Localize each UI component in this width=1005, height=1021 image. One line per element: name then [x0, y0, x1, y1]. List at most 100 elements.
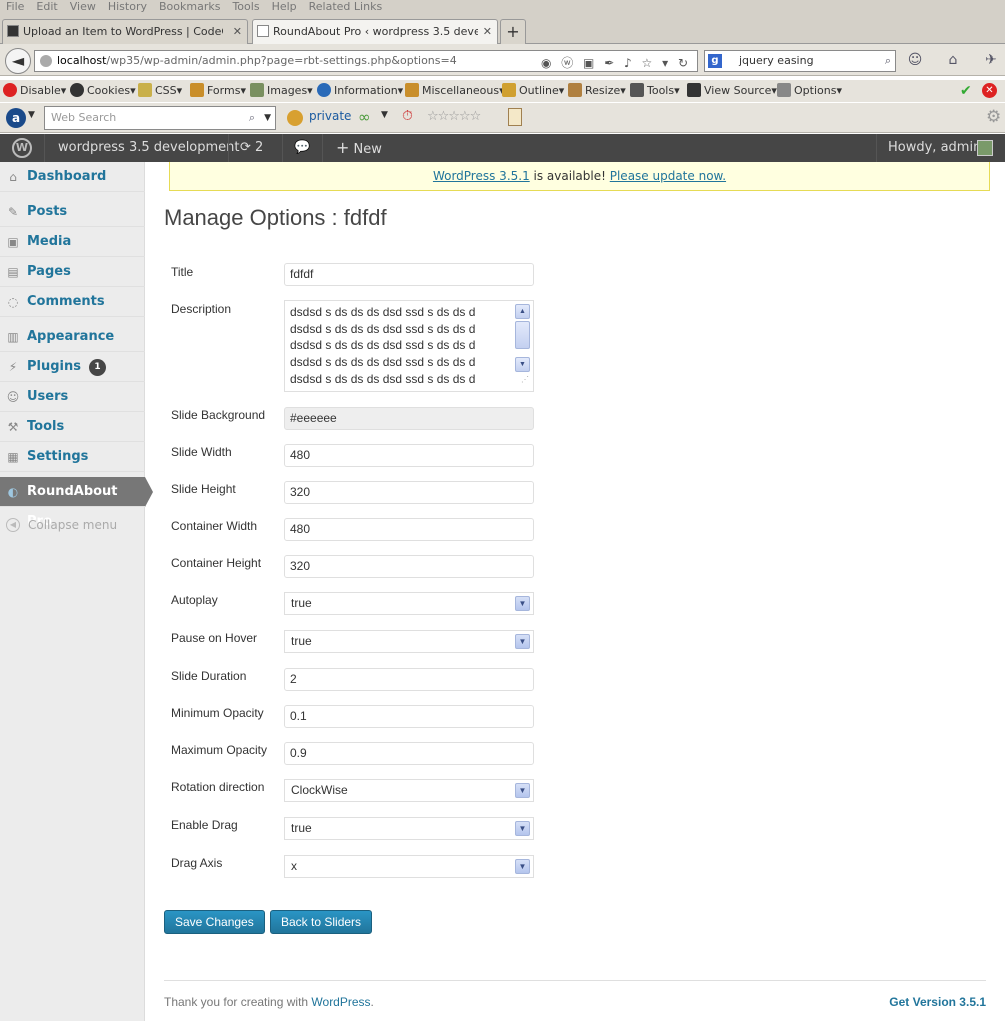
get-version-link[interactable]: Get Version 3.5.1: [889, 995, 986, 1009]
dev-images[interactable]: Images▾: [250, 83, 313, 99]
slide-background-input[interactable]: #eeeeee: [284, 407, 534, 430]
gear-icon[interactable]: ⚙: [986, 107, 1001, 127]
timer-icon[interactable]: ⏱: [402, 108, 413, 124]
search-icon[interactable]: ⌕: [249, 107, 255, 129]
sidebar-item-pages[interactable]: ▤ Pages: [0, 257, 145, 287]
sidebar-item-plugins[interactable]: ⚡ Plugins 1: [0, 352, 145, 382]
menu-view[interactable]: View: [64, 0, 102, 14]
menu-help[interactable]: Help: [266, 0, 303, 14]
title-input[interactable]: fdfdf: [284, 263, 534, 286]
private-label[interactable]: private: [309, 109, 351, 123]
dev-options[interactable]: Options▾: [777, 83, 842, 99]
browser-tab[interactable]: Upload an Item to WordPress | CodeCan...…: [2, 19, 248, 44]
link-icon[interactable]: ∞: [358, 108, 371, 126]
wordpress-logo-icon[interactable]: W: [8, 134, 36, 162]
chevron-down-icon[interactable]: ▼: [515, 859, 530, 874]
chevron-down-icon[interactable]: ▼: [28, 110, 35, 120]
menu-tools[interactable]: Tools: [226, 0, 265, 14]
dev-cookies[interactable]: Cookies▾: [70, 83, 136, 99]
dev-forms[interactable]: Forms▾: [190, 83, 246, 99]
site-name-link[interactable]: wordpress 3.5 development: [58, 134, 240, 162]
search-input[interactable]: g jquery easing ⌕: [704, 50, 896, 72]
new-content-link[interactable]: + New: [336, 134, 382, 162]
url-bar-addon-icons[interactable]: ◉ ⓦ ▣ ✒ ♪ ☆ ▾ ↻: [541, 53, 691, 73]
slide-width-input[interactable]: 480: [284, 444, 534, 467]
notes-icon[interactable]: [508, 108, 522, 126]
chevron-down-icon[interactable]: ▼: [515, 596, 530, 611]
sidebar-item-posts[interactable]: ✎ Posts: [0, 197, 145, 227]
resize-grip-icon[interactable]: ⋰: [521, 372, 529, 389]
scroll-down-icon[interactable]: ▼: [515, 357, 530, 372]
extension-icon[interactable]: ✈: [982, 52, 1000, 70]
container-width-input[interactable]: 480: [284, 518, 534, 541]
menu-bookmarks[interactable]: Bookmarks: [153, 0, 226, 14]
scroll-up-icon[interactable]: ▲: [515, 304, 530, 319]
chevron-down-icon[interactable]: ▼: [515, 821, 530, 836]
menu-related-links[interactable]: Related Links: [303, 0, 389, 14]
sidebar-item-comments[interactable]: ◌ Comments: [0, 287, 145, 317]
menu-file[interactable]: File: [0, 0, 30, 14]
scrollbar-thumb[interactable]: [515, 321, 530, 349]
dev-css[interactable]: CSS▾: [138, 83, 182, 99]
please-update-link[interactable]: Please update now.: [610, 169, 726, 183]
chevron-down-icon[interactable]: ▼: [515, 634, 530, 649]
sidebar-item-dashboard[interactable]: ⌂ Dashboard: [0, 162, 145, 192]
sidebar-item-settings[interactable]: ▦ Settings: [0, 442, 145, 472]
slide-duration-input[interactable]: 2: [284, 668, 534, 691]
home-icon[interactable]: ⌂: [944, 52, 962, 70]
drag-axis-select[interactable]: x ▼: [284, 855, 534, 878]
dev-tools[interactable]: Tools▾: [630, 83, 680, 99]
dev-information[interactable]: Information▾: [317, 83, 403, 99]
textarea-scrollbar[interactable]: ▲ ▼: [515, 304, 530, 372]
close-tab-icon[interactable]: ✕: [233, 20, 242, 43]
error-icon[interactable]: ✕: [982, 83, 997, 98]
checkmark-icon[interactable]: ✔: [960, 83, 972, 99]
wordpress-version-link[interactable]: WordPress 3.5.1: [433, 169, 530, 183]
sidebar-item-appearance[interactable]: ▥ Appearance: [0, 322, 145, 352]
comments-bubble-icon[interactable]: 💬: [294, 134, 310, 162]
dev-resize[interactable]: Resize▾: [568, 83, 626, 99]
updates-link[interactable]: ⟳ 2: [240, 134, 263, 162]
dev-miscellaneous[interactable]: Miscellaneous▾: [405, 83, 505, 99]
close-tab-icon[interactable]: ✕: [483, 20, 492, 43]
collapse-menu-button[interactable]: ◀ Collapse menu: [0, 510, 145, 540]
sidebar-item-roundabout-pro[interactable]: ◐ RoundAbout Pro: [0, 477, 145, 529]
menu-history[interactable]: History: [102, 0, 153, 14]
new-tab-button[interactable]: +: [500, 19, 526, 44]
rotation-direction-select[interactable]: ClockWise ▼: [284, 779, 534, 802]
sidebar-item-media[interactable]: ▣ Media: [0, 227, 145, 257]
back-to-sliders-button[interactable]: Back to Sliders: [270, 910, 373, 934]
maximum-opacity-input[interactable]: 0.9: [284, 742, 534, 765]
browser-tab-active[interactable]: RoundAbout Pro ‹ wordpress 3.5 develo...…: [252, 19, 498, 44]
sidebar-item-tools[interactable]: ⚒ Tools: [0, 412, 145, 442]
howdy-link[interactable]: Howdy, admin: [888, 134, 981, 162]
avatar[interactable]: [977, 140, 993, 156]
search-icon[interactable]: ⌕: [885, 51, 891, 71]
autoplay-select[interactable]: true ▼: [284, 592, 534, 615]
dev-disable[interactable]: Disable▾: [3, 83, 66, 99]
slide-height-input[interactable]: 320: [284, 481, 534, 504]
description-textarea[interactable]: dsdsd s ds ds ds dsd ssd s ds ds d dsdsd…: [284, 300, 534, 392]
save-changes-button[interactable]: Save Changes: [164, 910, 265, 934]
enable-drag-select[interactable]: true ▼: [284, 817, 534, 840]
rating-stars[interactable]: ☆☆☆☆☆: [427, 109, 481, 124]
minimum-opacity-input[interactable]: 0.1: [284, 705, 534, 728]
field-label: Container Height: [171, 556, 262, 570]
wordpress-link[interactable]: WordPress: [311, 995, 370, 1009]
back-button[interactable]: ◄: [5, 48, 31, 74]
page-title: Manage Options : fdfdf: [164, 205, 387, 230]
dev-outline[interactable]: Outline▾: [502, 83, 564, 99]
url-bar[interactable]: localhost/wp35/wp-admin/admin.php?page=r…: [34, 50, 698, 72]
chevron-down-icon[interactable]: ▼: [515, 783, 530, 798]
chevron-down-icon[interactable]: ▼: [264, 107, 271, 129]
sidebar-item-users[interactable]: ☺ Users: [0, 382, 145, 412]
chevron-down-icon[interactable]: ▼: [381, 110, 388, 120]
dev-view-source[interactable]: View Source▾: [687, 83, 777, 99]
menu-edit[interactable]: Edit: [30, 0, 63, 14]
ask-logo-icon[interactable]: a: [6, 108, 26, 128]
container-height-input[interactable]: 320: [284, 555, 534, 578]
addon-icon[interactable]: ☺: [906, 52, 924, 70]
web-search-input[interactable]: Web Search ⌕ ▼: [44, 106, 276, 130]
miscellaneous-icon: [405, 83, 419, 97]
pause-on-hover-select[interactable]: true ▼: [284, 630, 534, 653]
